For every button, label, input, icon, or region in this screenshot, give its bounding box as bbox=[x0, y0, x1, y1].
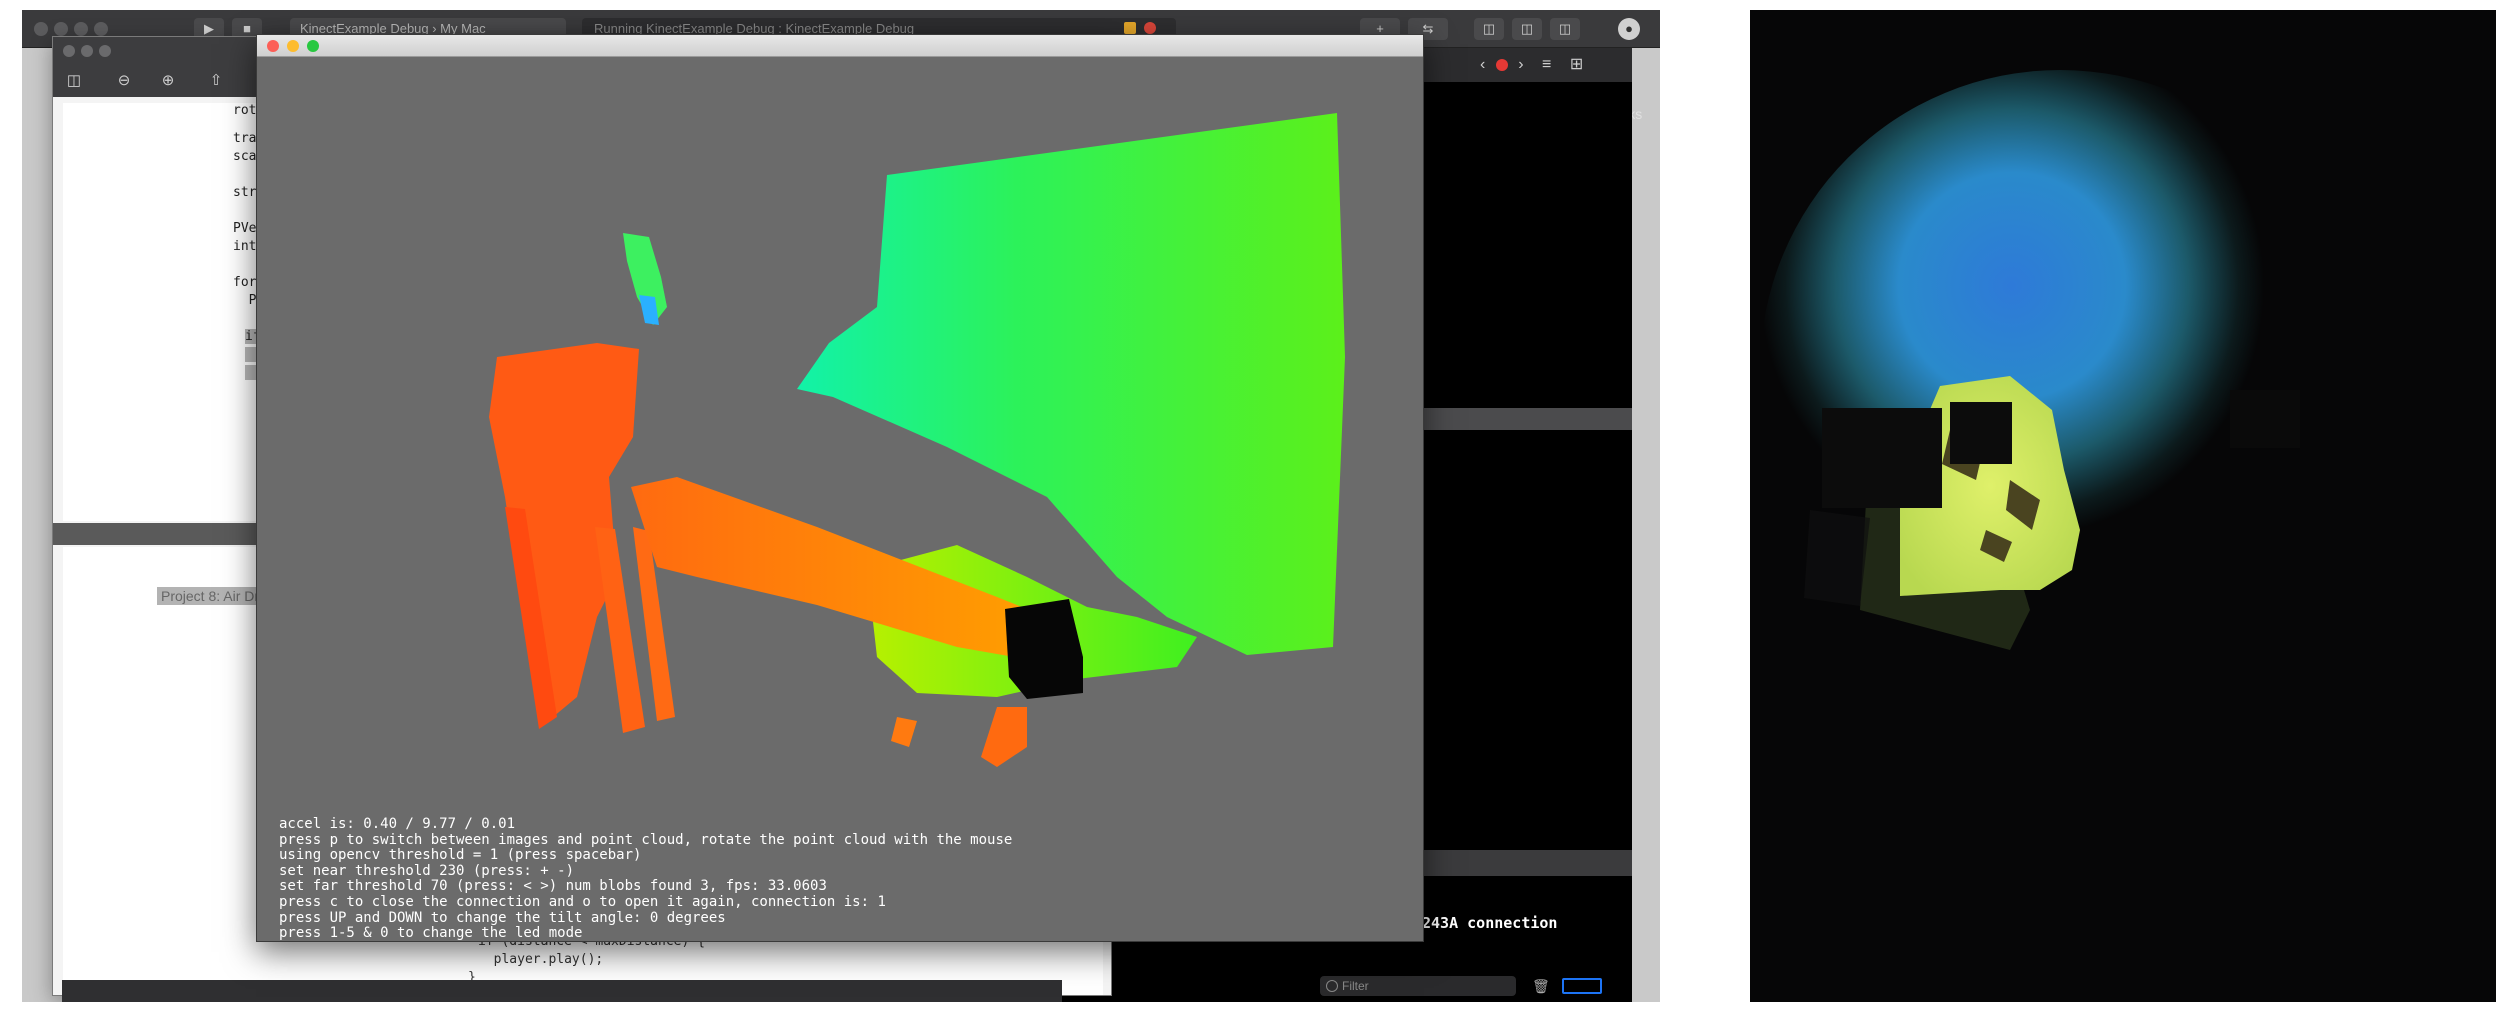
inspector-toggle-icon[interactable]: ◫ bbox=[1550, 18, 1580, 40]
window-titlebar bbox=[257, 35, 1423, 57]
projection-photo bbox=[1750, 10, 2496, 1002]
floor-point-cloud bbox=[891, 717, 917, 747]
code-line: player.play(); bbox=[478, 952, 604, 967]
lines-icon[interactable]: ≡ bbox=[1542, 56, 1551, 73]
xcode-issue-controls: ‹ › ≡ ⊞ bbox=[1480, 54, 1583, 74]
floor-point-cloud bbox=[981, 707, 1027, 767]
window-close-button[interactable] bbox=[267, 40, 279, 52]
window-minimize-button[interactable] bbox=[81, 45, 93, 57]
console-output-line: 243A connection bbox=[1422, 914, 1558, 932]
status-line: set near threshold 230 (press: + -) bbox=[279, 862, 575, 879]
filter-placeholder: Filter bbox=[1342, 979, 1369, 993]
error-badge-icon[interactable] bbox=[1495, 58, 1508, 71]
status-line: set far threshold 70 (press: < >) num bl… bbox=[279, 878, 827, 895]
tracked-blob-marker bbox=[1005, 599, 1083, 699]
status-line: press p to switch between images and poi… bbox=[279, 831, 1013, 848]
navigator-toggle-icon[interactable]: ◫ bbox=[1474, 18, 1504, 40]
account-icon[interactable]: ● bbox=[1618, 18, 1640, 40]
error-icon[interactable] bbox=[1144, 22, 1156, 34]
debug-area-toggle-icon[interactable]: ◫ bbox=[1512, 18, 1542, 40]
split-view-icon[interactable] bbox=[1562, 978, 1602, 994]
window-minimize-button[interactable] bbox=[287, 40, 299, 52]
shadow-region bbox=[1804, 510, 1870, 606]
sidebar-icon[interactable]: ◫ bbox=[59, 71, 89, 91]
window-zoom-button[interactable] bbox=[307, 40, 319, 52]
share-icon[interactable]: ⇧ bbox=[201, 71, 231, 91]
status-line: press UP and DOWN to change the tilt ang… bbox=[279, 909, 726, 926]
projected-black-rect bbox=[2230, 390, 2300, 448]
status-line: using opencv threshold = 1 (press spaceb… bbox=[279, 847, 642, 864]
warning-icon[interactable] bbox=[1124, 22, 1136, 34]
projection-photo-render bbox=[1750, 10, 2496, 1002]
add-editor-icon[interactable]: ⊞ bbox=[1570, 56, 1583, 73]
status-line: press 1-5 & 0 to change the led mode bbox=[279, 925, 583, 942]
zoom-out-icon[interactable]: ⊖ bbox=[109, 71, 139, 91]
status-line: accel is: 0.40 / 9.77 / 0.01 bbox=[279, 816, 516, 832]
filter-icon bbox=[1326, 980, 1338, 992]
projected-black-square bbox=[1950, 402, 2012, 464]
point-cloud-canvas[interactable]: accel is: 0.40 / 9.77 / 0.01 press p to … bbox=[257, 57, 1423, 942]
status-overlay: accel is: 0.40 / 9.77 / 0.01 press p to … bbox=[279, 816, 1013, 942]
kinect-example-window: accel is: 0.40 / 9.77 / 0.01 press p to … bbox=[256, 34, 1424, 942]
console-filter-input[interactable]: Filter bbox=[1320, 976, 1516, 996]
chevron-right-icon[interactable]: › bbox=[1518, 56, 1523, 73]
editor-status-bar bbox=[62, 980, 1062, 1002]
composite-image: ▶ ■ KinectExample Debug › My Mac Running… bbox=[0, 0, 2512, 1032]
status-line: press c to close the connection and o to… bbox=[279, 893, 886, 910]
window-zoom-button[interactable] bbox=[99, 45, 111, 57]
zoom-in-icon[interactable]: ⊕ bbox=[153, 71, 183, 91]
projected-black-rect bbox=[1822, 408, 1942, 508]
window-extra-button[interactable] bbox=[94, 22, 108, 36]
window-zoom-button[interactable] bbox=[74, 22, 88, 36]
window-minimize-button[interactable] bbox=[54, 22, 68, 36]
window-close-button[interactable] bbox=[34, 22, 48, 36]
window-close-button[interactable] bbox=[63, 45, 75, 57]
desktop-screenshot: ▶ ■ KinectExample Debug › My Mac Running… bbox=[22, 10, 1660, 1002]
point-cloud-render bbox=[489, 113, 1345, 767]
trash-icon[interactable]: 🗑 bbox=[1532, 978, 1550, 994]
chevron-left-icon[interactable]: ‹ bbox=[1480, 56, 1485, 73]
